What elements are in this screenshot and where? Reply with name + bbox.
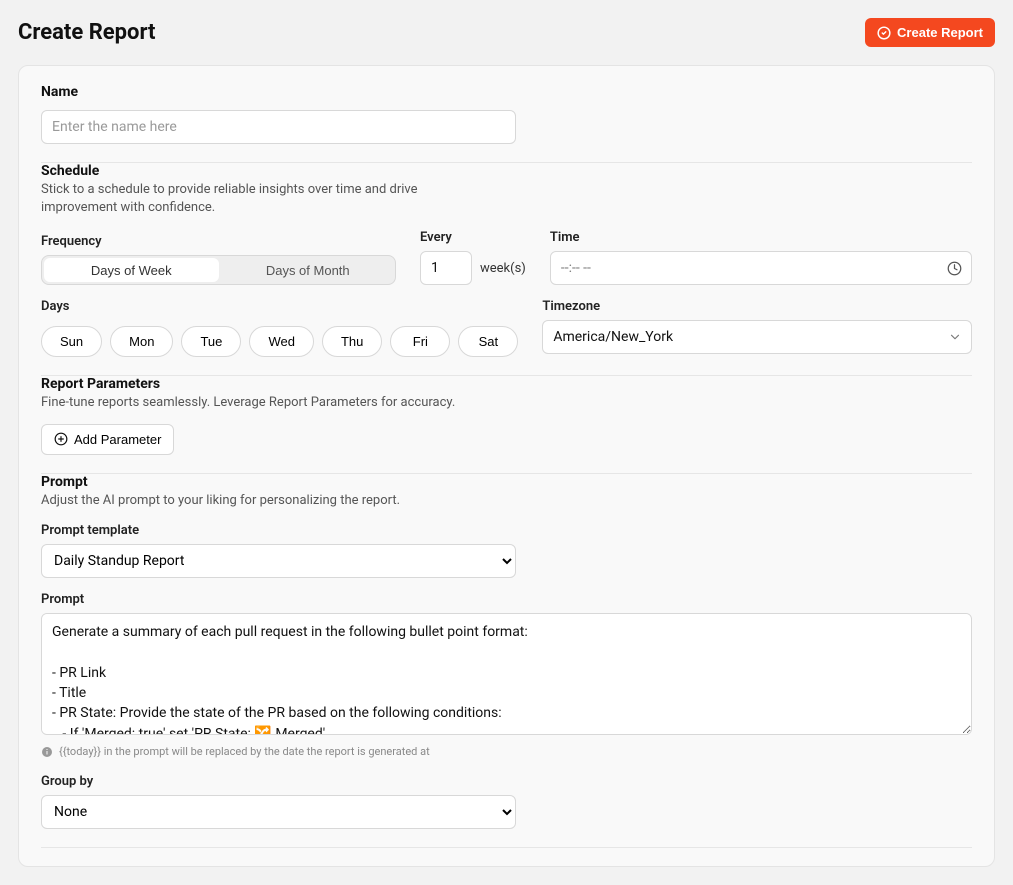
info-icon bbox=[41, 746, 53, 758]
create-report-button[interactable]: Create Report bbox=[865, 18, 995, 47]
timezone-label: Timezone bbox=[542, 299, 972, 314]
frequency-label: Frequency bbox=[41, 234, 396, 249]
name-label: Name bbox=[41, 84, 972, 100]
time-input[interactable] bbox=[550, 251, 972, 285]
check-circle-icon bbox=[877, 26, 891, 40]
group-by-label: Group by bbox=[41, 774, 516, 789]
frequency-option-month[interactable]: Days of Month bbox=[221, 256, 396, 284]
day-pill-wed[interactable]: Wed bbox=[249, 326, 314, 357]
page-title: Create Report bbox=[18, 20, 156, 45]
prompt-hint: {{today}} in the prompt will be replaced… bbox=[59, 745, 430, 758]
every-label: Every bbox=[420, 230, 526, 245]
prompt-title: Prompt bbox=[41, 474, 972, 490]
prompt-textarea[interactable] bbox=[41, 613, 972, 735]
group-by-select[interactable]: None bbox=[41, 795, 516, 829]
every-input[interactable] bbox=[420, 251, 472, 285]
schedule-desc: Stick to a schedule to provide reliable … bbox=[41, 181, 461, 216]
parameters-title: Report Parameters bbox=[41, 376, 972, 392]
day-pill-fri[interactable]: Fri bbox=[390, 326, 450, 357]
frequency-toggle: Days of Week Days of Month bbox=[41, 255, 396, 285]
add-parameter-button[interactable]: Add Parameter bbox=[41, 424, 174, 455]
prompt-field-label: Prompt bbox=[41, 592, 972, 607]
schedule-title: Schedule bbox=[41, 163, 972, 179]
timezone-select[interactable]: America/New_York bbox=[542, 320, 972, 354]
plus-circle-icon bbox=[54, 432, 68, 446]
days-row: Sun Mon Tue Wed Thu Fri Sat bbox=[41, 326, 518, 357]
prompt-desc: Adjust the AI prompt to your liking for … bbox=[41, 492, 972, 510]
add-parameter-button-label: Add Parameter bbox=[74, 432, 161, 447]
parameters-desc: Fine-tune reports seamlessly. Leverage R… bbox=[41, 394, 972, 412]
time-label: Time bbox=[550, 230, 972, 245]
every-unit: week(s) bbox=[480, 261, 526, 276]
prompt-template-label: Prompt template bbox=[41, 523, 972, 538]
name-input[interactable] bbox=[41, 110, 516, 144]
day-pill-tue[interactable]: Tue bbox=[181, 326, 241, 357]
frequency-option-week[interactable]: Days of Week bbox=[44, 258, 219, 282]
day-pill-sun[interactable]: Sun bbox=[41, 326, 102, 357]
day-pill-sat[interactable]: Sat bbox=[458, 326, 518, 357]
day-pill-mon[interactable]: Mon bbox=[110, 326, 173, 357]
create-report-button-label: Create Report bbox=[897, 25, 983, 40]
prompt-template-select[interactable]: Daily Standup Report bbox=[41, 544, 516, 578]
day-pill-thu[interactable]: Thu bbox=[322, 326, 382, 357]
days-label: Days bbox=[41, 299, 518, 314]
